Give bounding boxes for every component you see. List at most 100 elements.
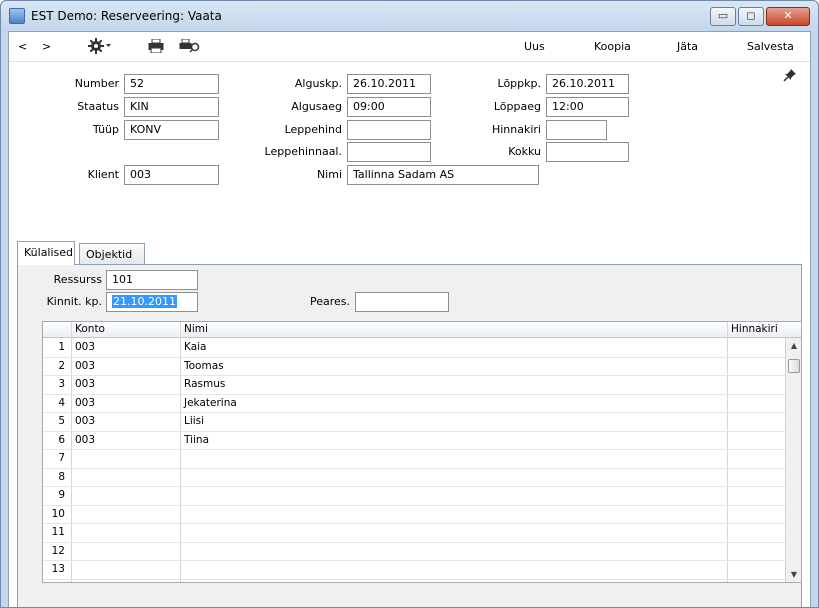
client-field[interactable]: 003 — [124, 165, 219, 185]
window-content: < > Uus Koopia Jäta Salvesta Number 52 S… — [8, 31, 811, 607]
table-row[interactable]: 1 003 Kaia — [43, 339, 787, 358]
konto-cell[interactable]: 003 — [75, 397, 95, 409]
konto-cell[interactable]: 003 — [75, 415, 95, 427]
row-number: 2 — [58, 359, 65, 372]
pin-icon[interactable] — [783, 68, 797, 85]
scrollbar-thumb[interactable] — [788, 359, 800, 373]
row-number: 4 — [58, 396, 65, 409]
toolbar: < > Uus Koopia Jäta Salvesta — [9, 32, 810, 62]
title-bar: EST Demo: Reserveering: Vaata ▭ ◻ ✕ — [1, 1, 818, 31]
konto-cell[interactable]: 003 — [75, 378, 95, 390]
row-number: 7 — [58, 452, 65, 464]
table-row[interactable]: 7 — [43, 450, 787, 469]
table-row[interactable]: 12 — [43, 543, 787, 561]
row-number: 1 — [58, 341, 65, 353]
nimi-cell[interactable]: Rasmus — [184, 378, 225, 390]
row-number: 5 — [58, 415, 65, 427]
nimi-cell[interactable]: Jekaterina — [184, 397, 237, 409]
table-row[interactable]: 8 — [43, 469, 787, 487]
row-number: 13 — [51, 563, 65, 575]
copy-button[interactable]: Koopia — [594, 40, 631, 53]
row-number: 12 — [51, 544, 65, 557]
resource-label: Ressurss — [53, 273, 102, 286]
tab-objects[interactable]: Objektid — [79, 243, 145, 265]
table-row[interactable]: 11 — [43, 524, 787, 543]
konto-cell[interactable]: 003 — [75, 434, 95, 446]
column-header-hinnakiri[interactable]: Hinnakiri — [731, 323, 778, 335]
table-row[interactable]: 5 003 Liisi — [43, 413, 787, 432]
name-field[interactable]: Tallinna Sadam AS — [347, 165, 539, 185]
app-icon — [9, 8, 25, 24]
stopped-label: Peares. — [309, 295, 350, 308]
konto-cell[interactable]: 003 — [75, 341, 95, 353]
new-button[interactable]: Uus — [524, 40, 545, 53]
pricelist-label: Hinnakiri — [491, 123, 541, 136]
status-label: Staatus — [77, 100, 119, 113]
app-window: EST Demo: Reserveering: Vaata ▭ ◻ ✕ < > … — [0, 0, 819, 608]
back-button[interactable]: < — [18, 40, 27, 53]
nimi-cell[interactable]: Tiina — [184, 434, 209, 446]
column-header-nimi[interactable]: Nimi — [184, 323, 208, 335]
stopped-field[interactable] — [355, 292, 449, 312]
table-row[interactable]: 6 003 Tiina — [43, 432, 787, 450]
vertical-scrollbar[interactable]: ▲ ▼ — [785, 338, 801, 582]
print-preview-icon[interactable] — [179, 38, 201, 56]
start-time-label: Algusaeg — [291, 100, 342, 113]
minimize-button[interactable]: ▭ — [710, 7, 736, 26]
confirm-date-field[interactable]: 21.10.2011 — [106, 292, 198, 312]
contract-price-field[interactable] — [347, 120, 431, 140]
start-time-field[interactable]: 09:00 — [347, 97, 431, 117]
confirm-date-value: 21.10.2011 — [112, 295, 177, 308]
row-number: 6 — [58, 433, 65, 446]
scroll-down-icon[interactable]: ▼ — [786, 570, 801, 579]
maximize-button[interactable]: ◻ — [738, 7, 764, 26]
table-row[interactable]: 3 003 Rasmus — [43, 376, 787, 395]
name-label: Nimi — [316, 168, 342, 181]
start-date-field[interactable]: 26.10.2011 — [347, 74, 431, 94]
column-header-konto[interactable]: Konto — [75, 323, 105, 335]
resource-field[interactable]: 101 — [106, 270, 198, 290]
client-label: Klient — [87, 168, 119, 181]
gear-icon[interactable] — [88, 38, 112, 57]
contract-pricelist-field[interactable] — [347, 142, 431, 162]
number-label: Number — [74, 77, 119, 90]
tab-guests[interactable]: Külalised — [17, 241, 75, 265]
type-field[interactable]: KONV — [124, 120, 219, 140]
forward-button[interactable]: > — [42, 40, 51, 53]
end-date-field[interactable]: 26.10.2011 — [546, 74, 629, 94]
contract-price-label: Leppehind — [284, 123, 342, 136]
table-row[interactable]: 4 003 Jekaterina — [43, 395, 787, 413]
row-number: 8 — [58, 470, 65, 483]
konto-cell[interactable]: 003 — [75, 360, 95, 372]
guests-grid: Konto Nimi Hinnakiri 1 003 Kaia 2 003 Toomas 3… — [42, 321, 802, 583]
confirm-date-label: Kinnit. kp. — [46, 295, 102, 308]
nimi-cell[interactable]: Toomas — [184, 360, 224, 372]
end-time-label: Lõppaeg — [493, 100, 541, 113]
end-time-field[interactable]: 12:00 — [546, 97, 629, 117]
row-number: 11 — [51, 526, 65, 538]
table-row[interactable]: 10 — [43, 506, 787, 524]
type-label: Tüüp — [92, 123, 119, 136]
pricelist-field[interactable] — [546, 120, 607, 140]
window-title: EST Demo: Reserveering: Vaata — [31, 9, 222, 23]
table-row[interactable]: 9 — [43, 487, 787, 506]
scroll-up-icon[interactable]: ▲ — [786, 341, 801, 350]
save-button[interactable]: Salvesta — [747, 40, 794, 53]
nimi-cell[interactable]: Kaia — [184, 341, 207, 353]
start-date-label: Alguskp. — [294, 77, 342, 90]
total-field[interactable] — [546, 142, 629, 162]
nimi-cell[interactable]: Liisi — [184, 415, 204, 427]
cancel-button[interactable]: Jäta — [677, 40, 698, 53]
end-date-label: Lõppkp. — [497, 77, 541, 90]
total-label: Kokku — [508, 145, 541, 158]
status-field[interactable]: KIN — [124, 97, 219, 117]
guests-panel: Ressurss 101 Kinnit. kp. 21.10.2011 Pear… — [17, 264, 802, 607]
number-field[interactable]: 52 — [124, 74, 219, 94]
close-button[interactable]: ✕ — [766, 7, 810, 26]
contract-pricelist-label: Leppehinnaal. — [264, 145, 342, 158]
printer-icon[interactable] — [148, 38, 164, 56]
row-number: 10 — [51, 507, 65, 520]
table-row[interactable]: 2 003 Toomas — [43, 358, 787, 376]
table-row[interactable]: 13 — [43, 561, 787, 580]
row-number: 9 — [58, 489, 65, 501]
